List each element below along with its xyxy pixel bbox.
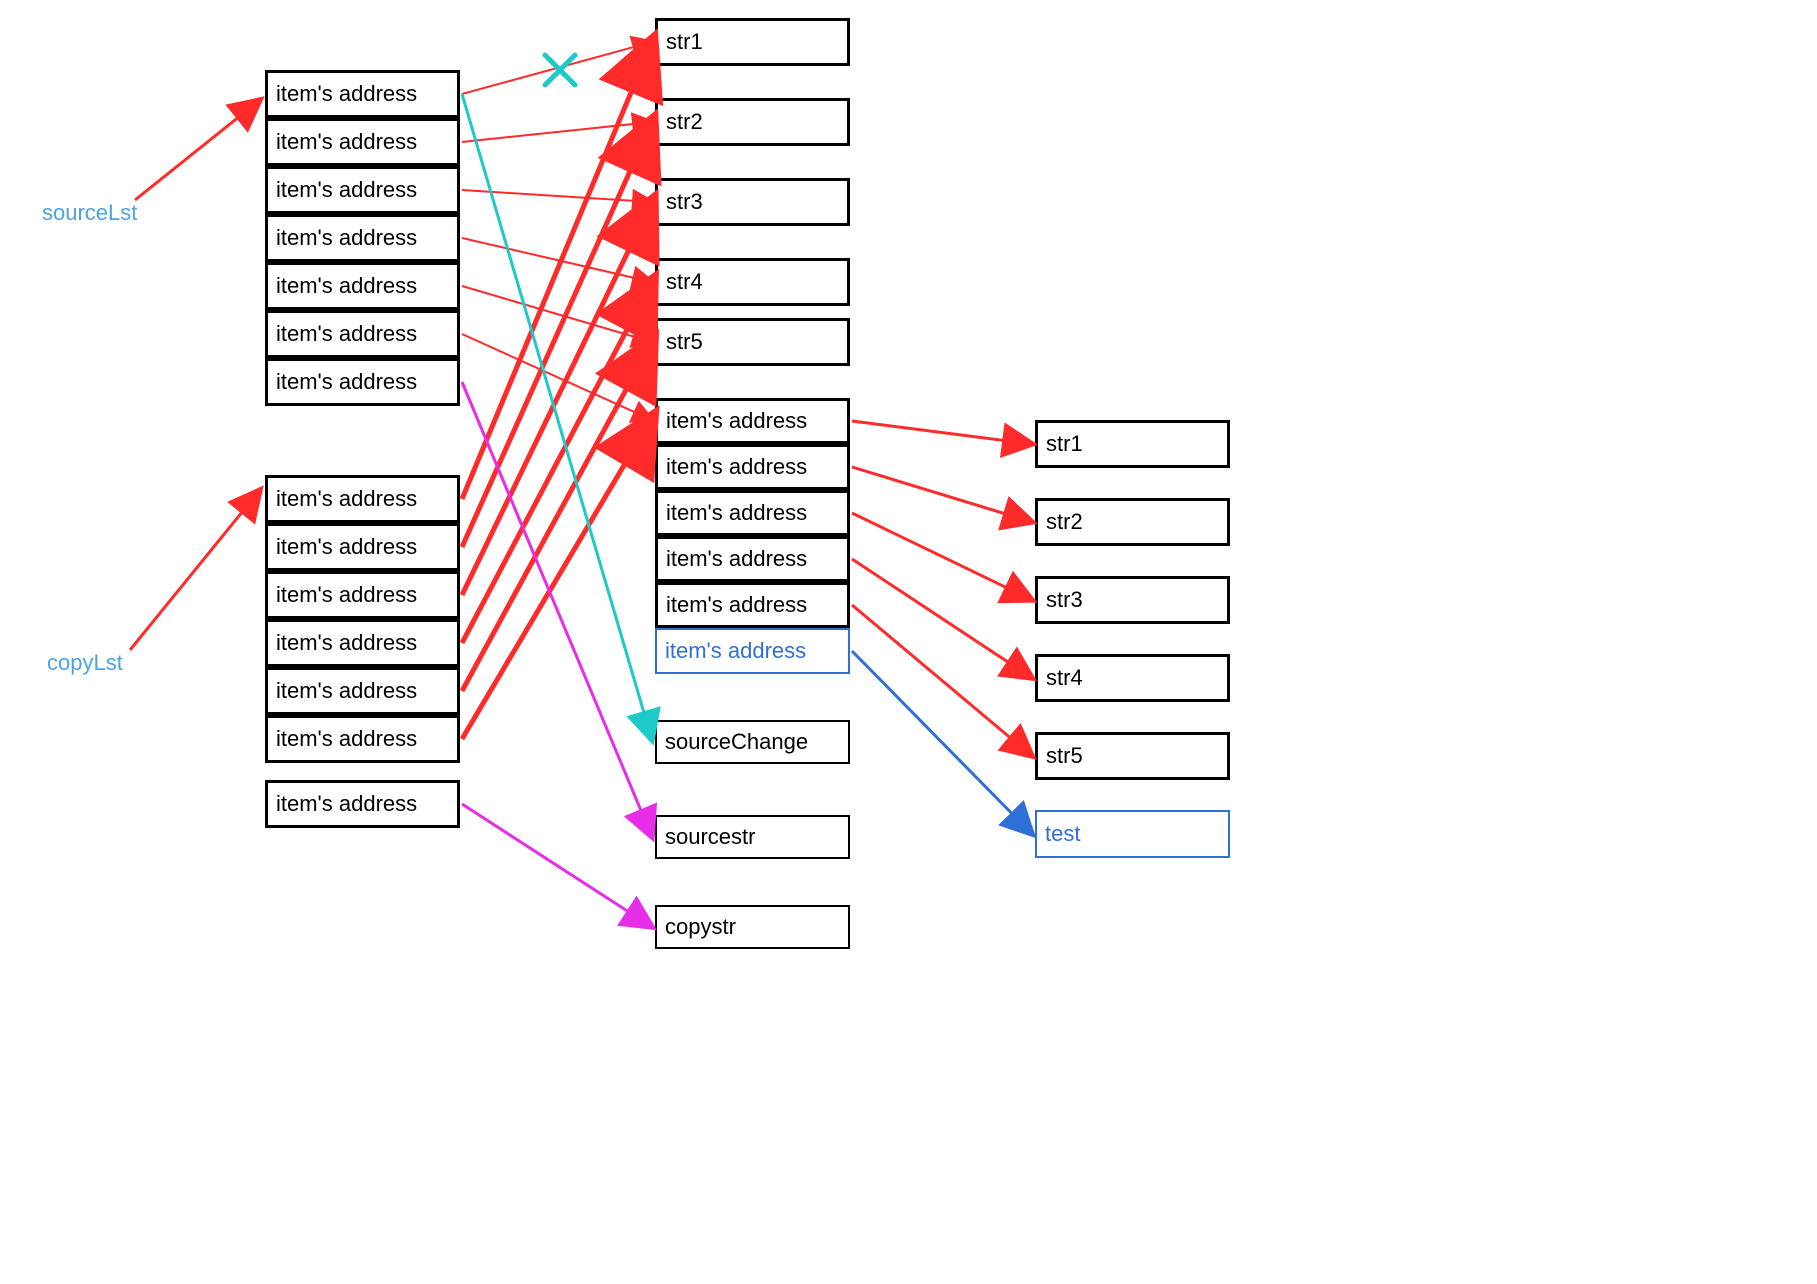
right-str-1: str2 [1035, 498, 1230, 546]
str-box-1: str2 [655, 98, 850, 146]
str-box-0: str1 [655, 18, 850, 66]
right-str-0: str1 [1035, 420, 1230, 468]
copyLst-item-4: item's address [265, 667, 460, 715]
nested-item-4: item's address [655, 582, 850, 628]
str-box-2: str3 [655, 178, 850, 226]
sourceLst-item-6: item's address [265, 358, 460, 406]
diagram-canvas: sourceLst copyLst item's address item's … [0, 0, 1817, 1284]
nested-item-2: item's address [655, 490, 850, 536]
sourceLst-item-1: item's address [265, 118, 460, 166]
nested-item-1: item's address [655, 444, 850, 490]
copyLst-item-3: item's address [265, 619, 460, 667]
sourcestr-box: sourcestr [655, 815, 850, 859]
test-box: test [1035, 810, 1230, 858]
label-sourceLst: sourceLst [42, 200, 137, 226]
copystr-box: copystr [655, 905, 850, 949]
sourceChange-box: sourceChange [655, 720, 850, 764]
copyLst-item-5: item's address [265, 715, 460, 763]
copyLst-item-6: item's address [265, 780, 460, 828]
sourceLst-item-0: item's address [265, 70, 460, 118]
right-str-3: str4 [1035, 654, 1230, 702]
nested-item-0: item's address [655, 398, 850, 444]
str-box-4: str5 [655, 318, 850, 366]
right-str-2: str3 [1035, 576, 1230, 624]
sourceLst-item-5: item's address [265, 310, 460, 358]
right-str-4: str5 [1035, 732, 1230, 780]
str-box-3: str4 [655, 258, 850, 306]
copyLst-item-0: item's address [265, 475, 460, 523]
sourceLst-item-4: item's address [265, 262, 460, 310]
label-copyLst: copyLst [47, 650, 123, 676]
sourceLst-item-3: item's address [265, 214, 460, 262]
sourceLst-item-2: item's address [265, 166, 460, 214]
copyLst-item-2: item's address [265, 571, 460, 619]
nested-item-3: item's address [655, 536, 850, 582]
nested-item-5-blue: item's address [655, 628, 850, 674]
copyLst-item-1: item's address [265, 523, 460, 571]
